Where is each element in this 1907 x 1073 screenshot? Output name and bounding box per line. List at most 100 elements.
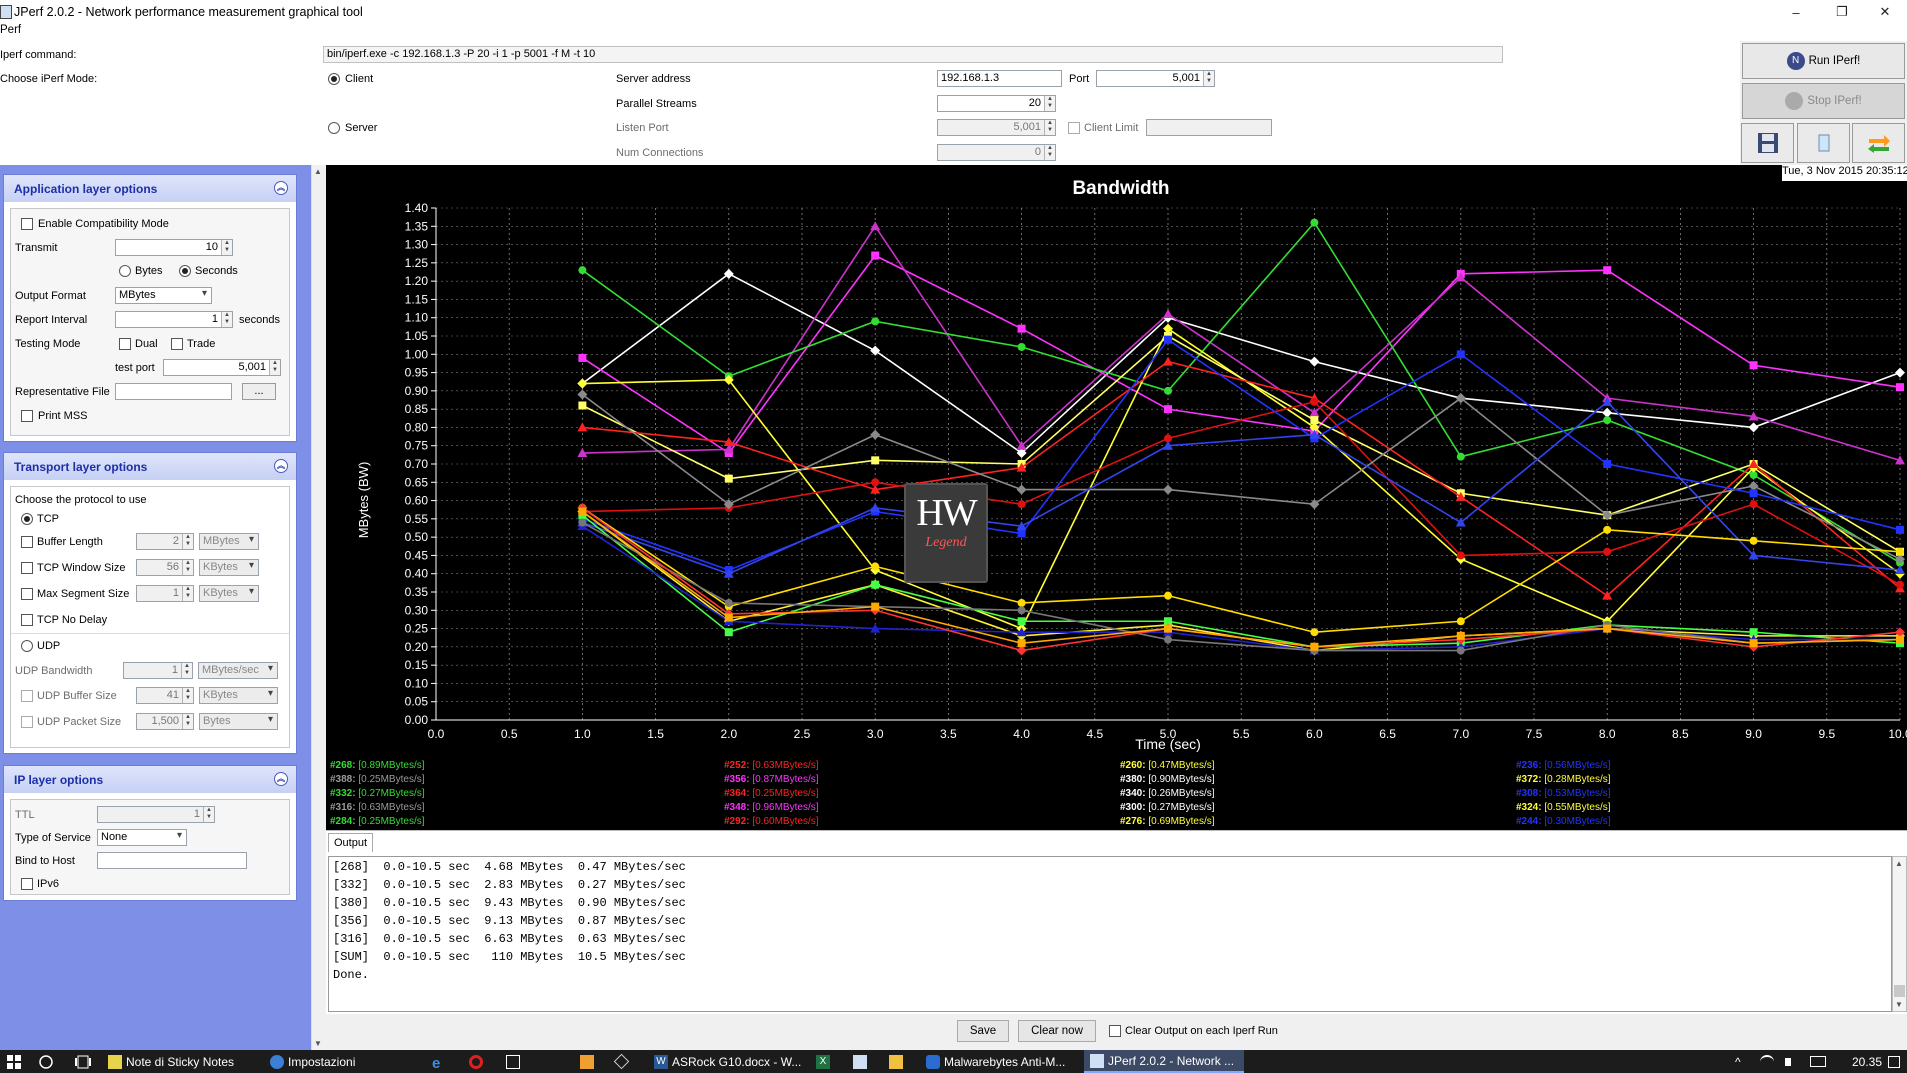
taskbar-jperf[interactable]: JPerf 2.0.2 - Network ... xyxy=(1084,1050,1244,1073)
parallel-spinner[interactable]: ▲ ▼ xyxy=(1044,96,1055,111)
transmit-field[interactable]: 10 ▲ ▼ xyxy=(115,239,233,256)
tcp-radio[interactable] xyxy=(21,513,33,525)
taskbar-settings[interactable]: Impostazioni xyxy=(270,1050,355,1073)
taskbar-3d[interactable] xyxy=(613,1050,631,1073)
taskbar-media[interactable] xyxy=(580,1050,598,1073)
application-layer-header[interactable]: Application layer options ︽ xyxy=(4,175,296,202)
output-tab[interactable]: Output xyxy=(328,833,373,852)
max-segment-checkbox[interactable] xyxy=(21,588,33,600)
scroll-down-arrow[interactable]: ▼ xyxy=(1895,1000,1903,1009)
restore-defaults-button[interactable] xyxy=(1852,123,1905,163)
search-button[interactable] xyxy=(38,1050,54,1073)
clear-now-button[interactable]: Clear now xyxy=(1018,1020,1096,1042)
collapse-icon[interactable]: ︽ xyxy=(274,772,288,786)
scroll-up-arrow[interactable]: ▲ xyxy=(314,167,322,176)
start-button[interactable] xyxy=(6,1050,22,1073)
server-address-field[interactable]: 192.168.1.3 xyxy=(937,70,1062,87)
output-line: [SUM] 0.0-10.5 sec 110 MBytes 10.5 MByte… xyxy=(333,950,686,964)
output-log[interactable]: [268] 0.0-10.5 sec 4.68 MBytes 0.47 MByt… xyxy=(328,856,1892,1012)
task-view-button[interactable] xyxy=(74,1050,92,1073)
taskbar-opera[interactable] xyxy=(469,1050,487,1073)
data-point xyxy=(871,456,880,465)
taskbar-calendar[interactable] xyxy=(506,1050,524,1073)
buffer-length-checkbox[interactable] xyxy=(21,536,33,548)
clear-each-run-checkbox[interactable] xyxy=(1109,1025,1121,1037)
data-point xyxy=(1164,624,1172,633)
seconds-label: Seconds xyxy=(195,265,238,277)
chart-svg: 0.0 0.5 1.0 1.5 2.0 2.5 3.0 3.5 4.0 4.5 5.0 5.5 6.0 6… xyxy=(356,178,1907,752)
dual-checkbox[interactable] xyxy=(119,338,131,350)
x-tick-label: 7.5 xyxy=(1526,727,1543,741)
representative-file-label: Representative File xyxy=(15,386,110,398)
print-mss-checkbox[interactable] xyxy=(21,410,33,422)
close-button[interactable]: ✕ xyxy=(1862,0,1907,24)
trade-checkbox[interactable] xyxy=(171,338,183,350)
browse-button[interactable]: ... xyxy=(242,383,276,400)
save-config-button[interactable] xyxy=(1741,123,1794,163)
max-segment-value: 1 xyxy=(172,587,179,599)
ip-layer-header[interactable]: IP layer options ︽ xyxy=(4,766,296,793)
taskbar-sticky-notes[interactable]: Note di Sticky Notes xyxy=(108,1050,234,1073)
tray-network[interactable] xyxy=(1760,1050,1778,1073)
clear-config-button[interactable] xyxy=(1797,123,1850,163)
minimize-button[interactable]: – xyxy=(1773,0,1819,24)
scroll-up-arrow[interactable]: ▲ xyxy=(1895,859,1903,868)
collapse-icon[interactable]: ︽ xyxy=(274,459,288,473)
data-point xyxy=(1310,218,1319,227)
data-point xyxy=(578,266,587,275)
command-field[interactable]: bin/iperf.exe -c 192.168.1.3 -P 20 -i 1 … xyxy=(323,46,1503,63)
tcp-no-delay-checkbox[interactable] xyxy=(21,614,33,626)
taskbar-notepad[interactable] xyxy=(853,1050,871,1073)
y-tick-label: 0.00 xyxy=(405,713,429,727)
run-iperf-button[interactable]: N Run IPerf! xyxy=(1742,43,1905,79)
transport-layer-header[interactable]: Transport layer options ︽ xyxy=(4,453,296,480)
taskbar-clock[interactable]: 20.35 xyxy=(1852,1050,1882,1073)
tray-volume[interactable] xyxy=(1785,1050,1795,1073)
legend-entry: #348: [0.96MBytes/s] xyxy=(724,801,819,815)
type-of-service-select[interactable]: None xyxy=(97,829,187,846)
maximize-button[interactable]: ❐ xyxy=(1819,0,1865,24)
data-point xyxy=(1016,484,1027,495)
compat-mode-label: Enable Compatibility Mode xyxy=(38,218,169,230)
taskbar-edge[interactable]: e xyxy=(432,1050,450,1073)
notifications-button[interactable] xyxy=(1888,1050,1904,1073)
output-scrollbar[interactable]: ▲ ▼ xyxy=(1892,856,1907,1012)
sidebar-scrollbar[interactable]: ▲ ▼ xyxy=(311,165,326,1050)
taskbar-excel[interactable]: X xyxy=(816,1050,834,1073)
bytes-radio[interactable] xyxy=(119,265,131,277)
port-field[interactable]: 5,001 ▲ ▼ xyxy=(1096,70,1215,87)
save-output-button[interactable]: Save xyxy=(957,1020,1009,1042)
taskbar-malwarebytes[interactable]: Malwarebytes Anti-M... xyxy=(926,1050,1065,1073)
data-point xyxy=(871,317,880,326)
representative-file-field[interactable] xyxy=(115,383,232,400)
bind-host-field[interactable] xyxy=(97,852,247,869)
data-point xyxy=(1456,452,1465,461)
test-port-field[interactable]: 5,001 ▲ ▼ xyxy=(163,359,281,376)
port-spinner[interactable]: ▲ ▼ xyxy=(1203,71,1214,86)
data-point xyxy=(1163,356,1173,366)
transmit-spinner[interactable]: ▲ ▼ xyxy=(221,240,232,255)
udp-radio[interactable] xyxy=(21,640,33,652)
report-interval-field[interactable]: 1 ▲ ▼ xyxy=(115,311,233,328)
output-format-select[interactable]: MBytes xyxy=(115,287,212,304)
output-tab-bar xyxy=(326,830,1907,852)
seconds-radio[interactable] xyxy=(179,265,191,277)
menu-perf[interactable]: Perf xyxy=(0,24,21,36)
ipv6-label: IPv6 xyxy=(37,878,60,890)
report-spinner[interactable]: ▲ ▼ xyxy=(221,312,232,327)
server-radio[interactable] xyxy=(328,122,340,134)
tcp-window-checkbox[interactable] xyxy=(21,562,33,574)
collapse-icon[interactable]: ︽ xyxy=(274,181,288,195)
test-port-spinner[interactable]: ▲ ▼ xyxy=(269,360,280,375)
client-radio[interactable] xyxy=(328,73,340,85)
taskbar-word[interactable]: W ASRock G10.docx - W... xyxy=(654,1050,801,1073)
tray-overflow[interactable]: ^ xyxy=(1735,1050,1741,1073)
taskbar-explorer[interactable] xyxy=(889,1050,907,1073)
parallel-streams-field[interactable]: 20 ▲ ▼ xyxy=(937,95,1056,112)
ipv6-checkbox[interactable] xyxy=(21,878,33,890)
legend-stream-id: #380: xyxy=(1120,774,1146,785)
scroll-down-arrow[interactable]: ▼ xyxy=(314,1039,322,1048)
scroll-thumb[interactable] xyxy=(1894,985,1905,997)
tray-ime[interactable] xyxy=(1810,1050,1830,1073)
compat-mode-checkbox[interactable] xyxy=(21,218,33,230)
